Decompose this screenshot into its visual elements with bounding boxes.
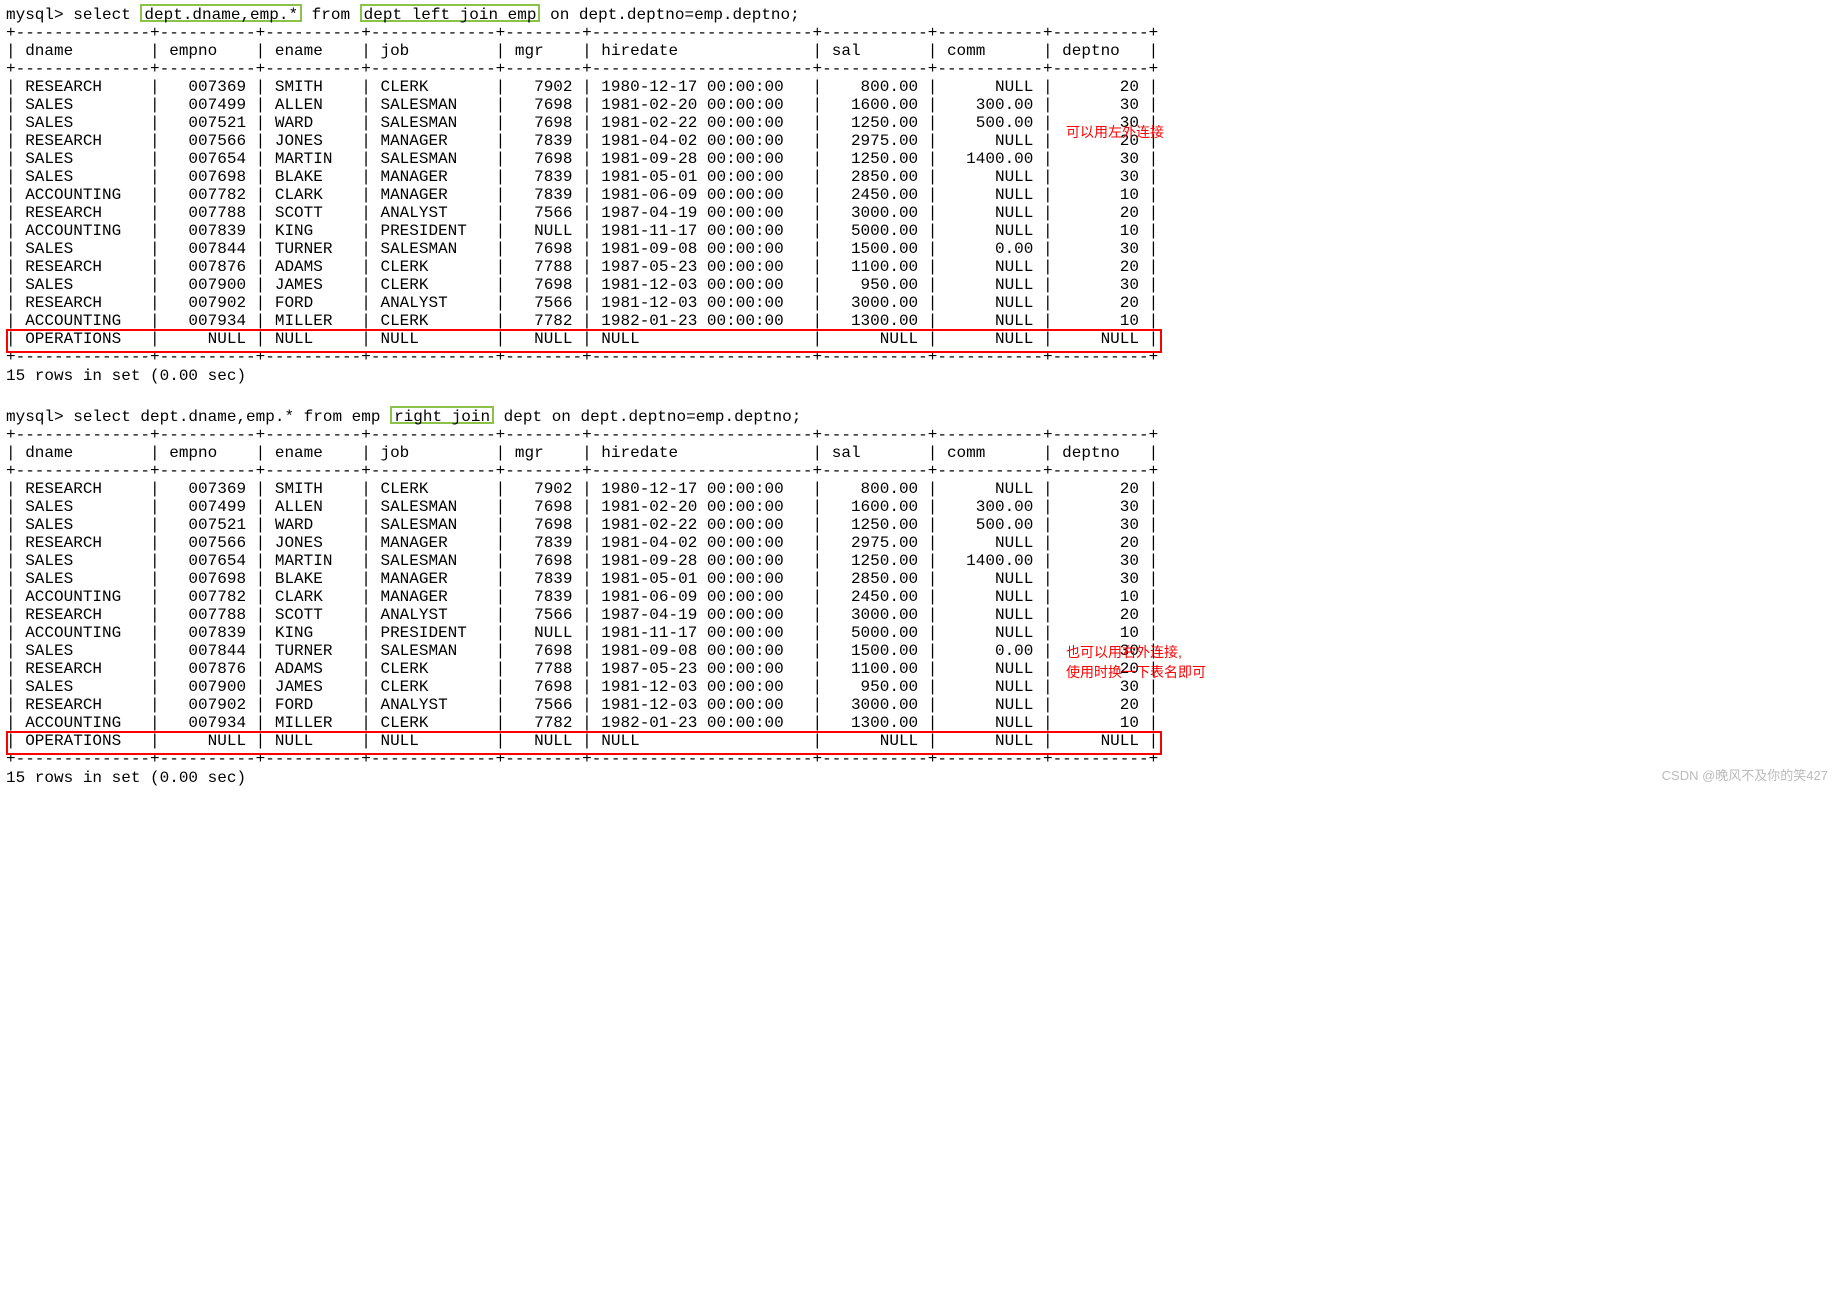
terminal-output: mysql> select dept.dname,emp.* from dept…: [6, 4, 1842, 788]
annotation-left-join: 可以用左外连接: [1066, 122, 1164, 142]
join-clause-highlight: dept left join emp: [360, 4, 541, 22]
prompt: mysql> select dept.dname,emp.* from emp: [6, 408, 390, 426]
row-count-2: 15 rows in set (0.00 sec): [6, 768, 1842, 788]
result-table-2: +--------------+----------+----------+--…: [6, 426, 1842, 768]
sql-query-2: mysql> select dept.dname,emp.* from emp …: [6, 406, 1842, 426]
sql-query-1: mysql> select dept.dname,emp.* from dept…: [6, 4, 1842, 24]
annotation-right-join: 也可以用右外连接, 使用时换一下表名即可: [1066, 642, 1246, 682]
join-clause-highlight: right join: [390, 406, 494, 424]
watermark: CSDN @晚风不及你的笑427: [1662, 765, 1828, 784]
result-table-1: +--------------+----------+----------+--…: [6, 24, 1842, 366]
row-count-1: 15 rows in set (0.00 sec): [6, 366, 1842, 386]
prompt: mysql> select: [6, 6, 140, 24]
select-columns-highlight: dept.dname,emp.*: [140, 4, 302, 22]
